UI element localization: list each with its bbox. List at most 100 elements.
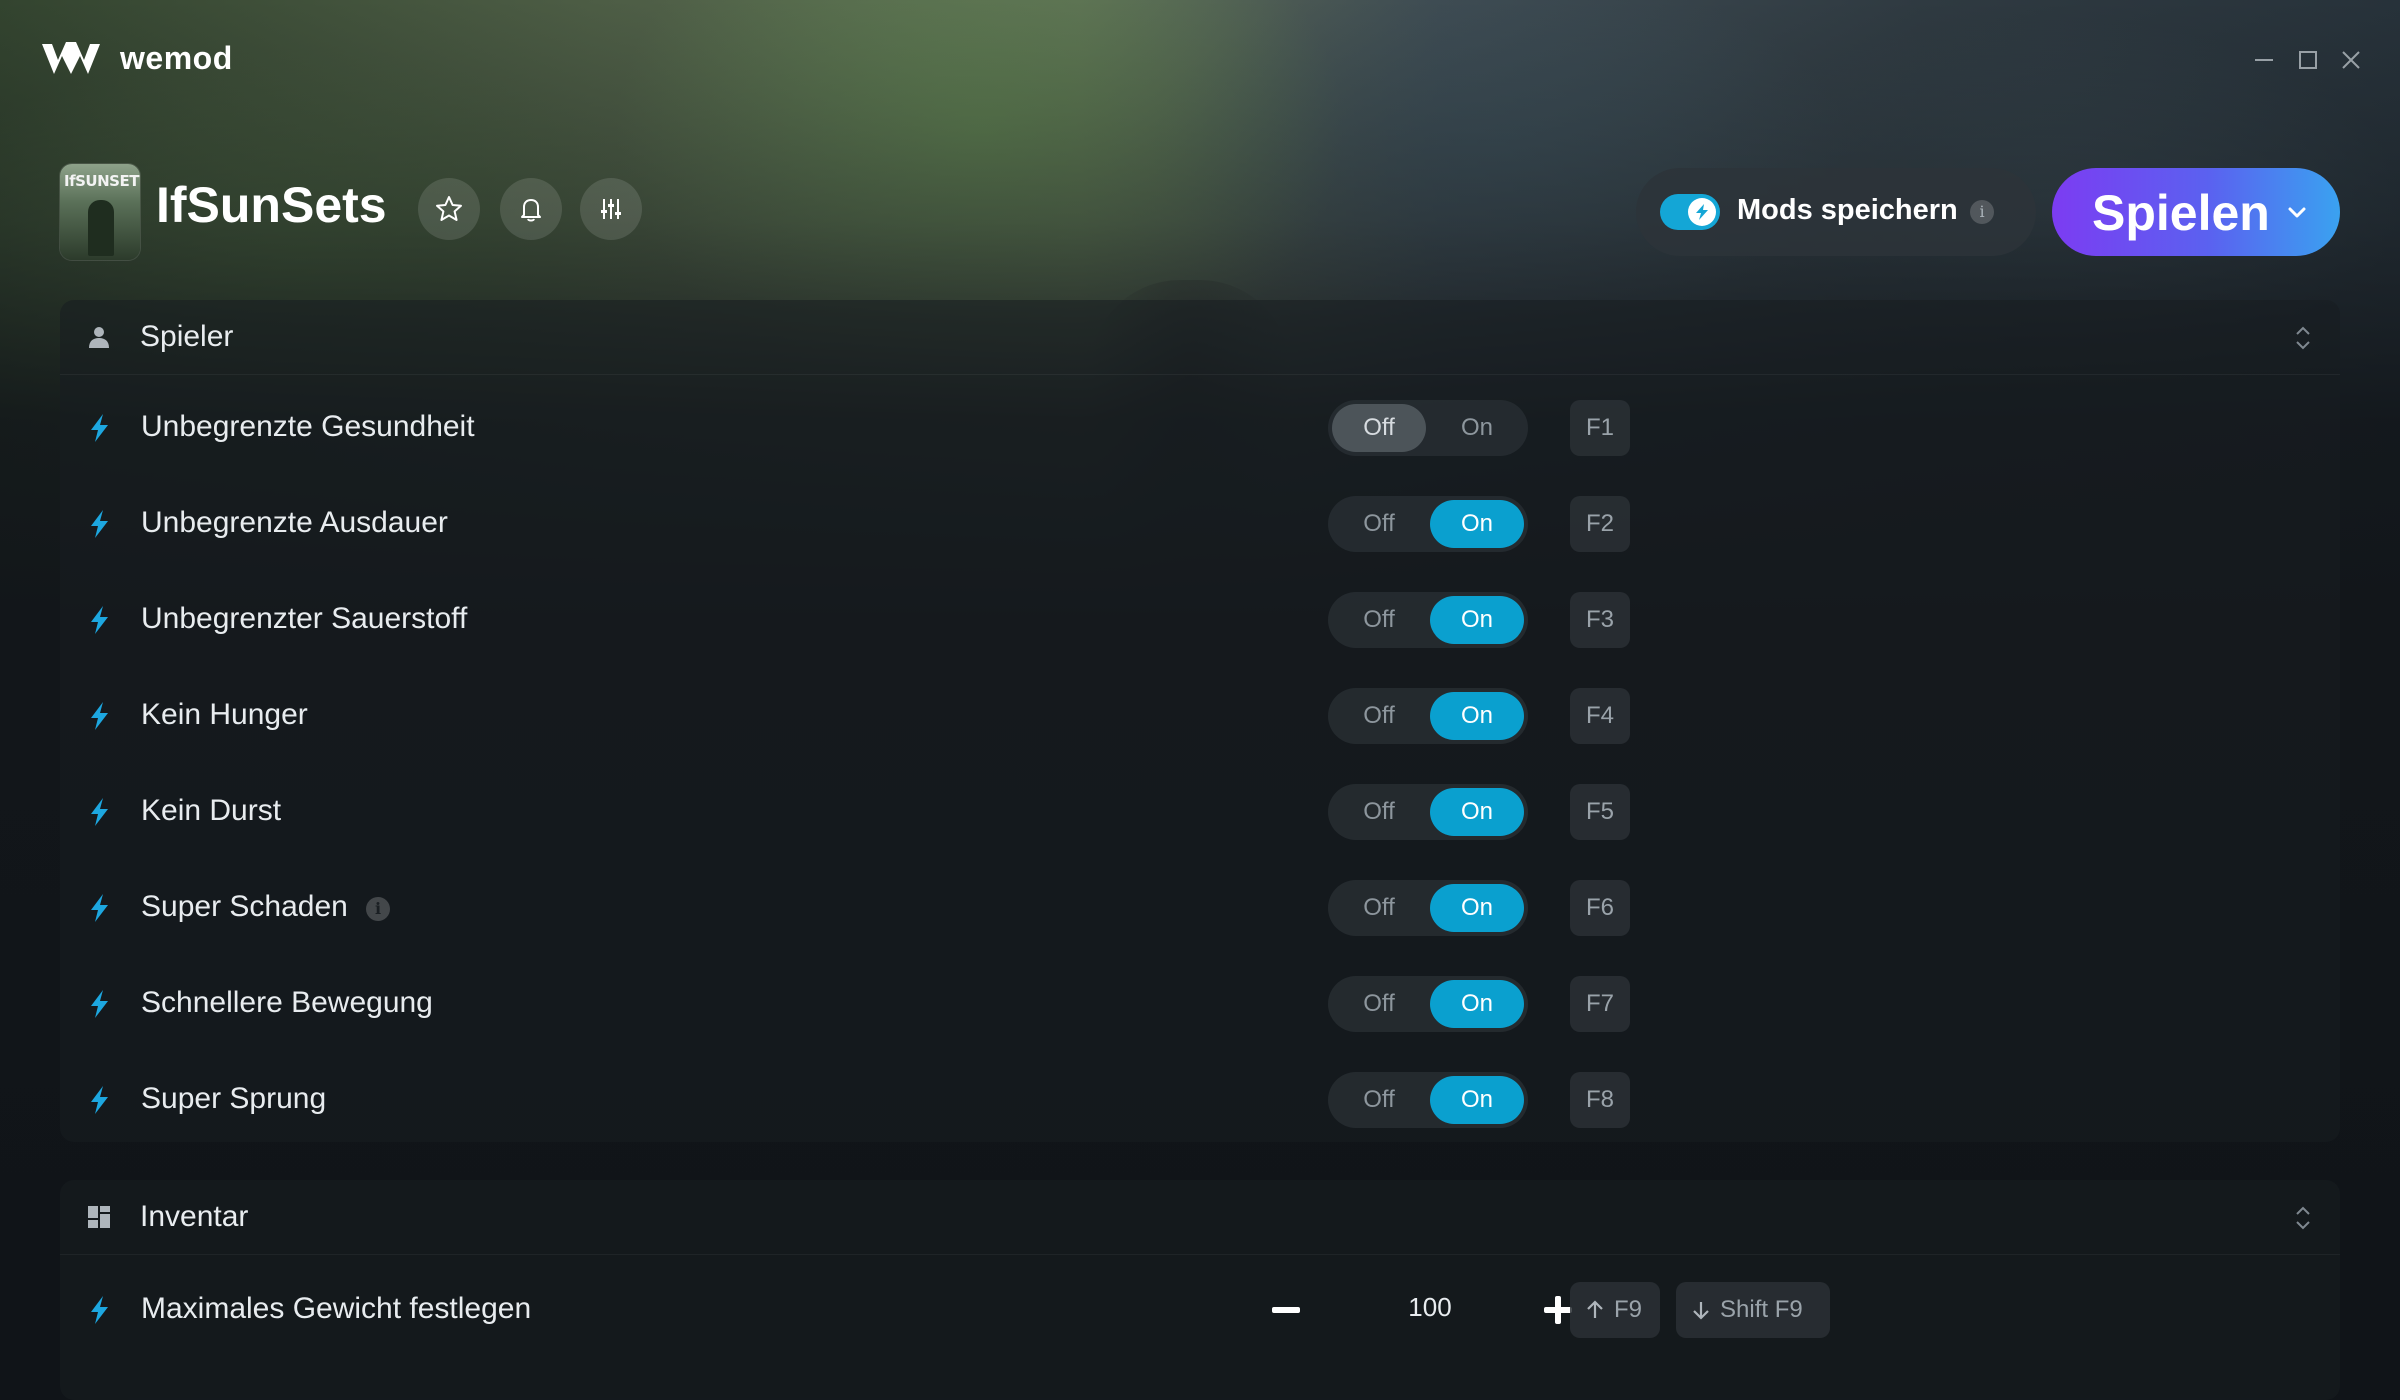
notifications-button[interactable] [500,178,562,240]
mod-row: Schnellere Bewegung Off On F7 [60,956,2340,1052]
section-title: Spieler [140,320,234,353]
save-mods-toggle[interactable] [1660,194,1720,230]
toggle-on-option[interactable]: On [1430,788,1524,836]
toggle-off-option[interactable]: Off [1332,404,1426,452]
star-icon [436,196,462,221]
bolt-icon [91,414,108,442]
mod-row: Super Sprung Off On F8 [60,1052,2340,1148]
mod-toggle[interactable]: Off On [1328,1072,1528,1128]
mod-toggle[interactable]: Off On [1328,592,1528,648]
toggle-knob [1688,198,1716,226]
toggle-on-option[interactable]: On [1430,1076,1524,1124]
game-settings-button[interactable] [580,178,642,240]
mod-toggle[interactable]: Off On [1328,496,1528,552]
mod-label: Kein Hunger [141,698,308,731]
toggle-off-option[interactable]: Off [1332,788,1426,836]
bolt-icon [1696,204,1708,220]
mod-row: Unbegrenzte Gesundheit Off On F1 [60,380,2340,476]
toggle-off-option[interactable]: Off [1332,692,1426,740]
minimize-icon[interactable] [2250,46,2278,74]
hotkey-badge[interactable]: F1 [1570,400,1630,456]
bolt-icon [91,702,108,730]
bolt-icon [91,894,108,922]
mod-toggle[interactable]: Off On [1328,400,1528,456]
mod-label: Kein Durst [141,794,282,827]
collapse-icon[interactable] [2292,1204,2314,1232]
toggle-off-option[interactable]: Off [1332,500,1426,548]
close-icon[interactable] [2337,46,2365,74]
game-thumbnail: IfSUNSETS [60,164,140,260]
toggle-off-option[interactable]: Off [1332,980,1426,1028]
person-icon [89,327,109,348]
mod-row: Unbegrenzter Sauerstoff Off On F3 [60,572,2340,668]
toggle-on-option[interactable]: On [1430,500,1524,548]
bolt-icon [91,1296,108,1324]
collapse-icon[interactable] [2292,324,2314,352]
toggle-on-option[interactable]: On [1430,596,1524,644]
info-icon[interactable]: i [1970,200,1994,224]
arrow-down-icon [1693,1302,1709,1320]
hotkey-badge[interactable]: F8 [1570,1072,1630,1128]
bolt-icon [91,510,108,538]
toggle-off-option[interactable]: Off [1332,1076,1426,1124]
title-bar: wemod [0,0,2400,120]
save-mods-control[interactable]: Mods speichern i [1636,168,2036,256]
stepper-value[interactable]: 100 [1370,1292,1490,1323]
hotkey-badge[interactable]: F5 [1570,784,1630,840]
section-header[interactable]: Inventar [60,1180,2340,1255]
hotkey-increase[interactable]: F9 [1570,1282,1660,1338]
section-header[interactable]: Spieler [60,300,2340,375]
mod-label: Maximales Gewicht festlegen [141,1292,532,1325]
grid-icon [88,1206,110,1228]
hotkey-badge[interactable]: F2 [1570,496,1630,552]
mod-toggle[interactable]: Off On [1328,784,1528,840]
hotkey-decrease-label: Shift F9 [1720,1296,1803,1323]
info-icon[interactable]: i [366,897,390,921]
section-inventory: Inventar Maximales Gewicht festlegen 100… [60,1180,2340,1400]
toggle-on-option[interactable]: On [1430,884,1524,932]
toggle-off-option[interactable]: Off [1332,884,1426,932]
brand-name: wemod [120,40,233,76]
arrow-up-icon [1587,1300,1603,1318]
mod-row: Super Schaden i Off On F6 [60,860,2340,956]
play-button-label: Spielen [2092,185,2270,241]
play-button[interactable]: Spielen [2052,168,2340,256]
bolt-icon [91,990,108,1018]
hotkey-badge[interactable]: F6 [1570,880,1630,936]
save-mods-label: Mods speichern [1737,194,1958,226]
hotkey-badge[interactable]: F7 [1570,976,1630,1032]
bell-icon [521,199,541,222]
mod-toggle[interactable]: Off On [1328,880,1528,936]
maximize-icon[interactable] [2294,46,2322,74]
minus-icon[interactable] [1266,1290,1306,1330]
mod-label: Schnellere Bewegung [141,986,433,1019]
mod-label: Super Schaden [141,890,348,923]
mod-row: Unbegrenzte Ausdauer Off On F2 [60,476,2340,572]
mod-label: Unbegrenzter Sauerstoff [141,602,468,635]
favorite-button[interactable] [418,178,480,240]
chevron-down-icon[interactable] [2284,200,2310,226]
mod-label: Unbegrenzte Gesundheit [141,410,475,443]
thumbnail-tree [88,200,114,256]
mod-toggle[interactable]: Off On [1328,688,1528,744]
toggle-on-option[interactable]: On [1430,692,1524,740]
bolt-icon [91,798,108,826]
section-player: Spieler Unbegrenzte Gesundheit Off On F1… [60,300,2340,1142]
mod-row: Kein Durst Off On F5 [60,764,2340,860]
toggle-on-option[interactable]: On [1430,404,1524,452]
mod-toggle[interactable]: Off On [1328,976,1528,1032]
hotkey-badge[interactable]: F3 [1570,592,1630,648]
toggle-off-option[interactable]: Off [1332,596,1426,644]
toggle-on-option[interactable]: On [1430,980,1524,1028]
bolt-icon [91,1086,108,1114]
mod-row: Kein Hunger Off On F4 [60,668,2340,764]
hotkey-badge[interactable]: F4 [1570,688,1630,744]
section-title: Inventar [140,1200,249,1233]
mod-label: Super Sprung [141,1082,327,1115]
sliders-icon [601,199,621,219]
hotkey-increase-label: F9 [1614,1296,1643,1323]
game-thumbnail-text: IfSUNSETS [64,172,140,190]
bolt-icon [91,606,108,634]
hotkey-decrease[interactable]: Shift F9 [1676,1282,1830,1338]
mod-label: Unbegrenzte Ausdauer [141,506,448,539]
